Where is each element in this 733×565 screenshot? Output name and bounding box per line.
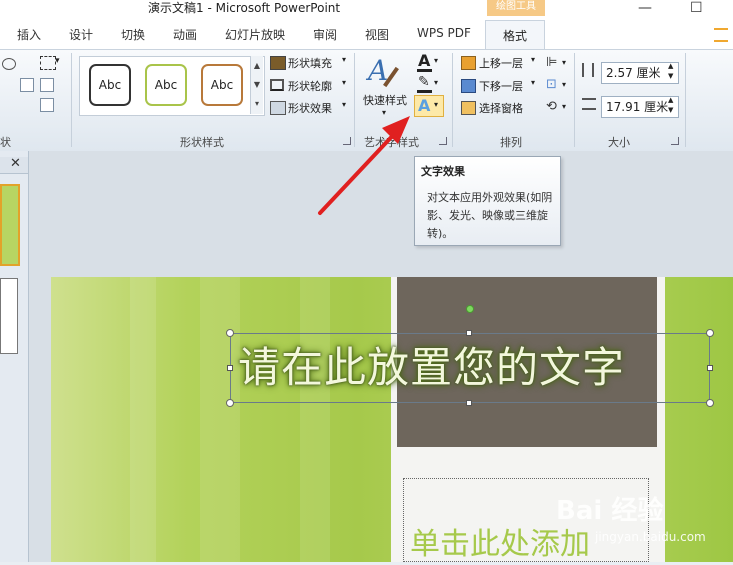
shape-width-icon xyxy=(582,98,596,110)
slide-stripe xyxy=(130,277,156,562)
tooltip-title: 文字效果 xyxy=(421,165,465,178)
selection-pane-icon[interactable] xyxy=(461,101,476,115)
dropdown-arrow-icon[interactable]: ▾ xyxy=(531,55,535,64)
arrange-label: 排列 xyxy=(500,136,522,149)
shape-style-2[interactable]: Abc xyxy=(145,64,187,106)
shape-fill-icon[interactable] xyxy=(270,56,286,70)
bring-forward-icon[interactable] xyxy=(461,56,476,70)
align-icon[interactable]: ⊫ xyxy=(546,56,557,70)
resize-handle[interactable] xyxy=(226,399,234,407)
height-spinner[interactable]: ▲ ▼ xyxy=(668,61,673,81)
dropdown-arrow-icon[interactable]: ▾ xyxy=(434,78,438,87)
shape-outline-button[interactable]: 形状轮廓 xyxy=(288,78,332,94)
send-backward-button[interactable]: 下移一层 xyxy=(479,78,523,94)
resize-handle[interactable] xyxy=(227,365,233,371)
dropdown-arrow-icon[interactable]: ▾ xyxy=(562,102,566,111)
group-icon[interactable]: ⊡ xyxy=(546,78,557,92)
tab-animations[interactable]: 动画 xyxy=(173,26,197,43)
resize-handle[interactable] xyxy=(706,399,714,407)
dropdown-arrow-icon[interactable]: ▾ xyxy=(531,78,535,87)
tab-design[interactable]: 设计 xyxy=(69,26,93,43)
shape-fill-button[interactable]: 形状填充 xyxy=(288,55,332,71)
slide-stripe xyxy=(300,277,330,562)
shape-styles-label: 形状样式 xyxy=(180,136,224,149)
text-box-icon[interactable] xyxy=(40,78,54,92)
context-group-label: 绘图工具 xyxy=(487,0,545,16)
dropdown-arrow-icon[interactable]: ▾ xyxy=(342,100,346,109)
maximize-icon[interactable]: ☐ xyxy=(690,0,703,16)
separator xyxy=(685,53,686,147)
tab-view[interactable]: 视图 xyxy=(365,26,389,43)
shape-style-1[interactable]: Abc xyxy=(89,64,131,106)
rotate-handle[interactable] xyxy=(466,305,474,313)
selection-pane-button[interactable]: 选择窗格 xyxy=(479,100,523,116)
merge-shapes-icon[interactable] xyxy=(40,98,54,112)
resize-handle[interactable] xyxy=(706,329,714,337)
tab-wps-pdf[interactable]: WPS PDF xyxy=(417,26,471,40)
shape-scroll-icon[interactable] xyxy=(20,78,34,92)
slide-thumbnail-2[interactable] xyxy=(0,278,18,354)
edit-shape-icon[interactable] xyxy=(40,56,56,70)
left-group-label: 状 xyxy=(0,136,11,149)
shape-style-3[interactable]: Abc xyxy=(201,64,243,106)
dropdown-arrow-icon[interactable]: ▾ xyxy=(434,56,438,65)
resize-handle[interactable] xyxy=(466,400,472,406)
title-bar xyxy=(0,0,733,18)
dropdown-arrow-icon[interactable]: ▾ xyxy=(342,55,346,64)
quick-styles-button[interactable]: 快速样式 xyxy=(363,92,407,108)
separator xyxy=(574,53,575,147)
watermark-logo: Bai 经验 xyxy=(556,496,664,526)
shape-height-icon xyxy=(582,63,594,77)
shape-outline-icon[interactable] xyxy=(270,79,284,91)
separator xyxy=(452,53,453,147)
gallery-scroll[interactable]: ▲ ▼ ▾ xyxy=(250,56,263,114)
minimize-icon[interactable]: — xyxy=(638,0,652,16)
dropdown-arrow-icon[interactable]: ▾ xyxy=(562,58,566,67)
dropdown-arrow-icon[interactable]: ▾ xyxy=(342,78,346,87)
dialog-launcher-icon[interactable] xyxy=(439,137,447,145)
subtitle-placeholder-text: 单击此处添加 xyxy=(410,527,590,562)
annotation-arrow xyxy=(318,116,410,215)
ribbon-collapse-icon[interactable] xyxy=(714,28,728,42)
rotate-icon[interactable]: ⟲ xyxy=(546,100,557,114)
tab-review[interactable]: 审阅 xyxy=(313,26,337,43)
bring-forward-button[interactable]: 上移一层 xyxy=(479,55,523,71)
window-title: 演示文稿1 - Microsoft PowerPoint xyxy=(148,1,341,15)
tab-slideshow[interactable]: 幻灯片放映 xyxy=(225,26,285,43)
dialog-launcher-icon[interactable] xyxy=(671,137,679,145)
slide-stripe xyxy=(200,277,240,562)
text-fill-color-bar xyxy=(417,69,432,72)
text-outline-color-bar xyxy=(417,90,432,93)
watermark-url: jingyan.baidu.com xyxy=(595,530,706,544)
size-label: 大小 xyxy=(608,136,630,149)
dropdown-arrow-icon[interactable]: ▾ xyxy=(562,80,566,89)
shape-oval-icon[interactable] xyxy=(2,58,16,70)
separator xyxy=(71,53,72,147)
tab-format[interactable]: 格式 xyxy=(485,20,545,49)
shape-effects-icon[interactable] xyxy=(270,101,286,115)
width-spinner[interactable]: ▲ ▼ xyxy=(668,95,673,115)
dropdown-arrow-icon[interactable]: ▾ xyxy=(55,56,60,66)
resize-handle[interactable] xyxy=(707,365,713,371)
tab-transitions[interactable]: 切换 xyxy=(121,26,145,43)
close-pane-icon[interactable]: ✕ xyxy=(10,156,21,172)
text-fill-icon[interactable]: A xyxy=(418,52,430,70)
tab-insert[interactable]: 插入 xyxy=(17,26,41,43)
title-text[interactable]: 请在此放置您的文字 xyxy=(238,339,625,397)
dropdown-arrow-icon[interactable]: ▾ xyxy=(434,100,438,109)
resize-handle[interactable] xyxy=(226,329,234,337)
send-backward-icon[interactable] xyxy=(461,79,476,93)
slide-thumbnail-1[interactable] xyxy=(0,184,20,266)
tooltip-body: 对文本应用外观效果(如阴影、发光、映像或三维旋转)。 xyxy=(427,191,553,240)
text-outline-icon[interactable]: ✎ xyxy=(418,74,430,90)
resize-handle[interactable] xyxy=(466,330,472,336)
